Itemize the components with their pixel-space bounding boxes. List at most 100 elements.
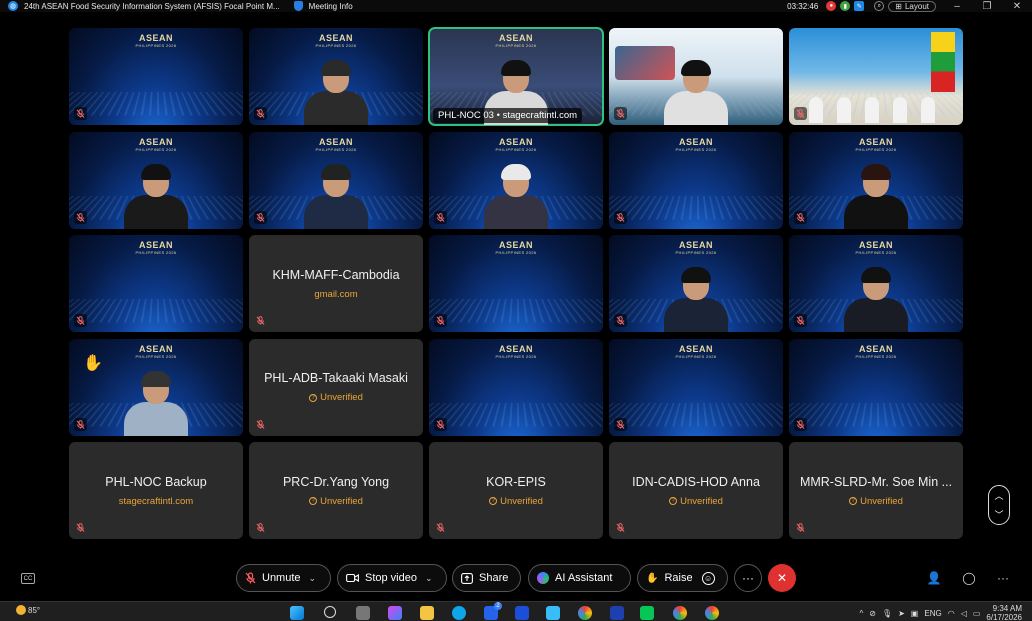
battery-icon[interactable]: ▭ (973, 609, 981, 618)
language-indicator[interactable]: ENG (924, 609, 941, 618)
clock-date: 6/17/2026 (986, 613, 1022, 621)
participant-tile[interactable]: ASEAN PHILIPPINES 2026 (429, 131, 603, 229)
participant-tile[interactable]: MMR-SLRD-Mr. Soe Min ...? Unverified (789, 442, 963, 539)
participant-tile[interactable]: ASEAN PHILIPPINES 2026 (789, 131, 963, 229)
participant-tile[interactable]: PHL-NOC Backup stagecraftintl.com (69, 442, 243, 539)
asean-banner: ASEAN PHILIPPINES 2026 (855, 136, 897, 152)
line-icon[interactable] (640, 606, 654, 620)
participant-tile[interactable]: ASEAN PHILIPPINES 2026 (429, 235, 603, 332)
captions-icon[interactable]: CC (21, 573, 35, 584)
participant-tile[interactable]: ASEAN PHILIPPINES 2026 (249, 131, 423, 229)
webex-icon[interactable] (610, 606, 624, 620)
participant-subtitle: gmail.com (314, 288, 358, 300)
chevron-up-icon[interactable]: ^ (859, 609, 863, 618)
participant-tile[interactable]: ASEAN PHILIPPINES 2026 (69, 235, 243, 332)
participant-name: KHM-MAFF-Cambodia (272, 267, 400, 282)
reactions-icon[interactable]: ☺ (701, 571, 715, 585)
weather-widget[interactable]: 85° (16, 605, 40, 615)
wifi-icon[interactable]: ◠ (948, 609, 955, 618)
notes-icon[interactable]: ✎ (854, 1, 865, 11)
chrome-icon[interactable] (578, 606, 592, 620)
participant-tile[interactable]: ASEAN PHILIPPINES 2026 (609, 338, 783, 436)
search-icon[interactable] (324, 606, 336, 618)
chrome-icon[interactable] (673, 606, 687, 620)
search-icon[interactable]: ⌕ (874, 1, 885, 11)
task-view-icon[interactable] (356, 606, 370, 620)
volume-icon[interactable]: ◁ (961, 609, 967, 618)
leave-meeting-button[interactable]: ✕ (768, 564, 796, 592)
app-icon[interactable] (515, 606, 529, 620)
close-icon: ✕ (776, 571, 788, 585)
participant-tile[interactable]: ASEAN PHILIPPINES 2026 (789, 338, 963, 436)
chevron-down-icon[interactable]: ⌄ (425, 573, 433, 584)
notification-badge: 2 (494, 602, 502, 610)
asean-banner: ASEAN PHILIPPINES 2026 (135, 240, 177, 255)
muted-mic-icon (794, 521, 807, 534)
webex-logo-icon: ◍ (8, 1, 18, 11)
muted-mic-icon (254, 418, 267, 431)
unverified-badge: ? Unverified (849, 496, 903, 507)
participant-tile[interactable]: ASEAN PHILIPPINES 2026 (609, 235, 783, 332)
participant-name-label: PHL-NOC 03 • stagecraftintl.com (433, 108, 583, 123)
store-icon[interactable]: 2 (484, 602, 502, 620)
participant-tile[interactable]: ASEAN PHILIPPINES 2026 (69, 131, 243, 229)
shield-icon[interactable] (293, 1, 303, 11)
participant-tile[interactable]: ASEAN PHILIPPINES 2026 (789, 235, 963, 332)
send-icon[interactable]: ➤ (898, 609, 905, 618)
share-button[interactable]: Share (452, 564, 521, 592)
chrome-icon[interactable] (705, 606, 719, 620)
participant-tile[interactable]: KHM-MAFF-Cambodia gmail.com (249, 235, 423, 332)
device-icon[interactable]: ▣ (911, 609, 919, 618)
participant-tile[interactable]: ASEAN PHILIPPINES 2026 (69, 28, 243, 125)
more-panels-icon[interactable]: ··· (995, 570, 1011, 586)
recording-icon[interactable]: ● (826, 1, 837, 11)
minimize-icon[interactable]: – (942, 1, 972, 12)
close-window-icon[interactable]: ✕ (1002, 1, 1032, 12)
grid-pager[interactable]: ︿ ﹀ (988, 485, 1010, 525)
participant-tile[interactable] (789, 28, 963, 125)
asean-banner: ASEAN PHILIPPINES 2026 (495, 136, 537, 152)
chevron-down-icon[interactable]: ﹀ (994, 508, 1003, 521)
mic-icon[interactable]: 🎙 (882, 609, 892, 618)
participant-tile[interactable]: ASEAN PHILIPPINES 2026 (249, 28, 423, 125)
question-icon: ? (309, 393, 318, 402)
layout-button[interactable]: ⊞ Layout (888, 0, 936, 12)
participant-tile[interactable]: ASEAN PHILIPPINES 2026 (609, 131, 783, 229)
participant-video (484, 163, 548, 229)
participant-tile[interactable] (609, 28, 783, 125)
copilot-icon[interactable] (388, 606, 402, 620)
asean-banner: ASEAN PHILIPPINES 2026 (675, 240, 717, 255)
ai-assistant-button[interactable]: AI Assistant (528, 564, 631, 592)
participant-tile[interactable]: ASEAN PHILIPPINES 2026 ✋ (69, 338, 243, 436)
chevron-down-icon[interactable]: ⌄ (309, 573, 317, 584)
participants-icon[interactable]: 👤 (926, 570, 942, 586)
connection-icon[interactable]: ▮ (840, 1, 851, 11)
meeting-info-link[interactable]: Meeting Info (309, 2, 353, 11)
raised-hand-icon: ✋ (83, 354, 103, 372)
restore-icon[interactable]: ❐ (972, 1, 1002, 12)
camera-off-icon[interactable]: ⊘ (869, 609, 876, 618)
participant-tile[interactable]: IDN-CADIS-HOD Anna? Unverified (609, 442, 783, 539)
edge-icon[interactable] (452, 606, 466, 620)
participant-tile[interactable]: ASEAN PHILIPPINES 2026 PHL-NOC 03 • stagec… (428, 27, 604, 126)
participant-name: PHL-ADB-Takaaki Masaki (264, 371, 408, 385)
file-explorer-icon[interactable] (420, 606, 434, 620)
clock[interactable]: 9:34 AM 6/17/2026 (986, 604, 1022, 621)
participant-tile[interactable]: PHL-ADB-Takaaki Masaki? Unverified (249, 338, 423, 436)
participant-tile[interactable]: PRC-Dr.Yang Yong? Unverified (249, 442, 423, 539)
stop-video-button[interactable]: Stop video ⌄ (337, 564, 447, 592)
participant-tile[interactable]: KOR-EPIS? Unverified (429, 442, 603, 539)
unmute-button[interactable]: Unmute ⌄ (236, 564, 331, 592)
participant-video (304, 163, 368, 229)
ai-assistant-label: AI Assistant (555, 572, 613, 584)
chat-icon[interactable]: ◯ (961, 570, 977, 586)
raise-hand-button[interactable]: ✋ Raise ☺ (637, 564, 728, 592)
chevron-up-icon[interactable]: ︿ (994, 489, 1003, 502)
more-options-button[interactable]: ··· (734, 564, 762, 592)
start-icon[interactable] (290, 606, 304, 620)
muted-mic-icon (434, 314, 447, 327)
participant-tile[interactable]: ASEAN PHILIPPINES 2026 (429, 338, 603, 436)
participant-video (844, 267, 908, 332)
muted-mic-icon (254, 107, 267, 120)
app-icon[interactable] (546, 606, 560, 620)
